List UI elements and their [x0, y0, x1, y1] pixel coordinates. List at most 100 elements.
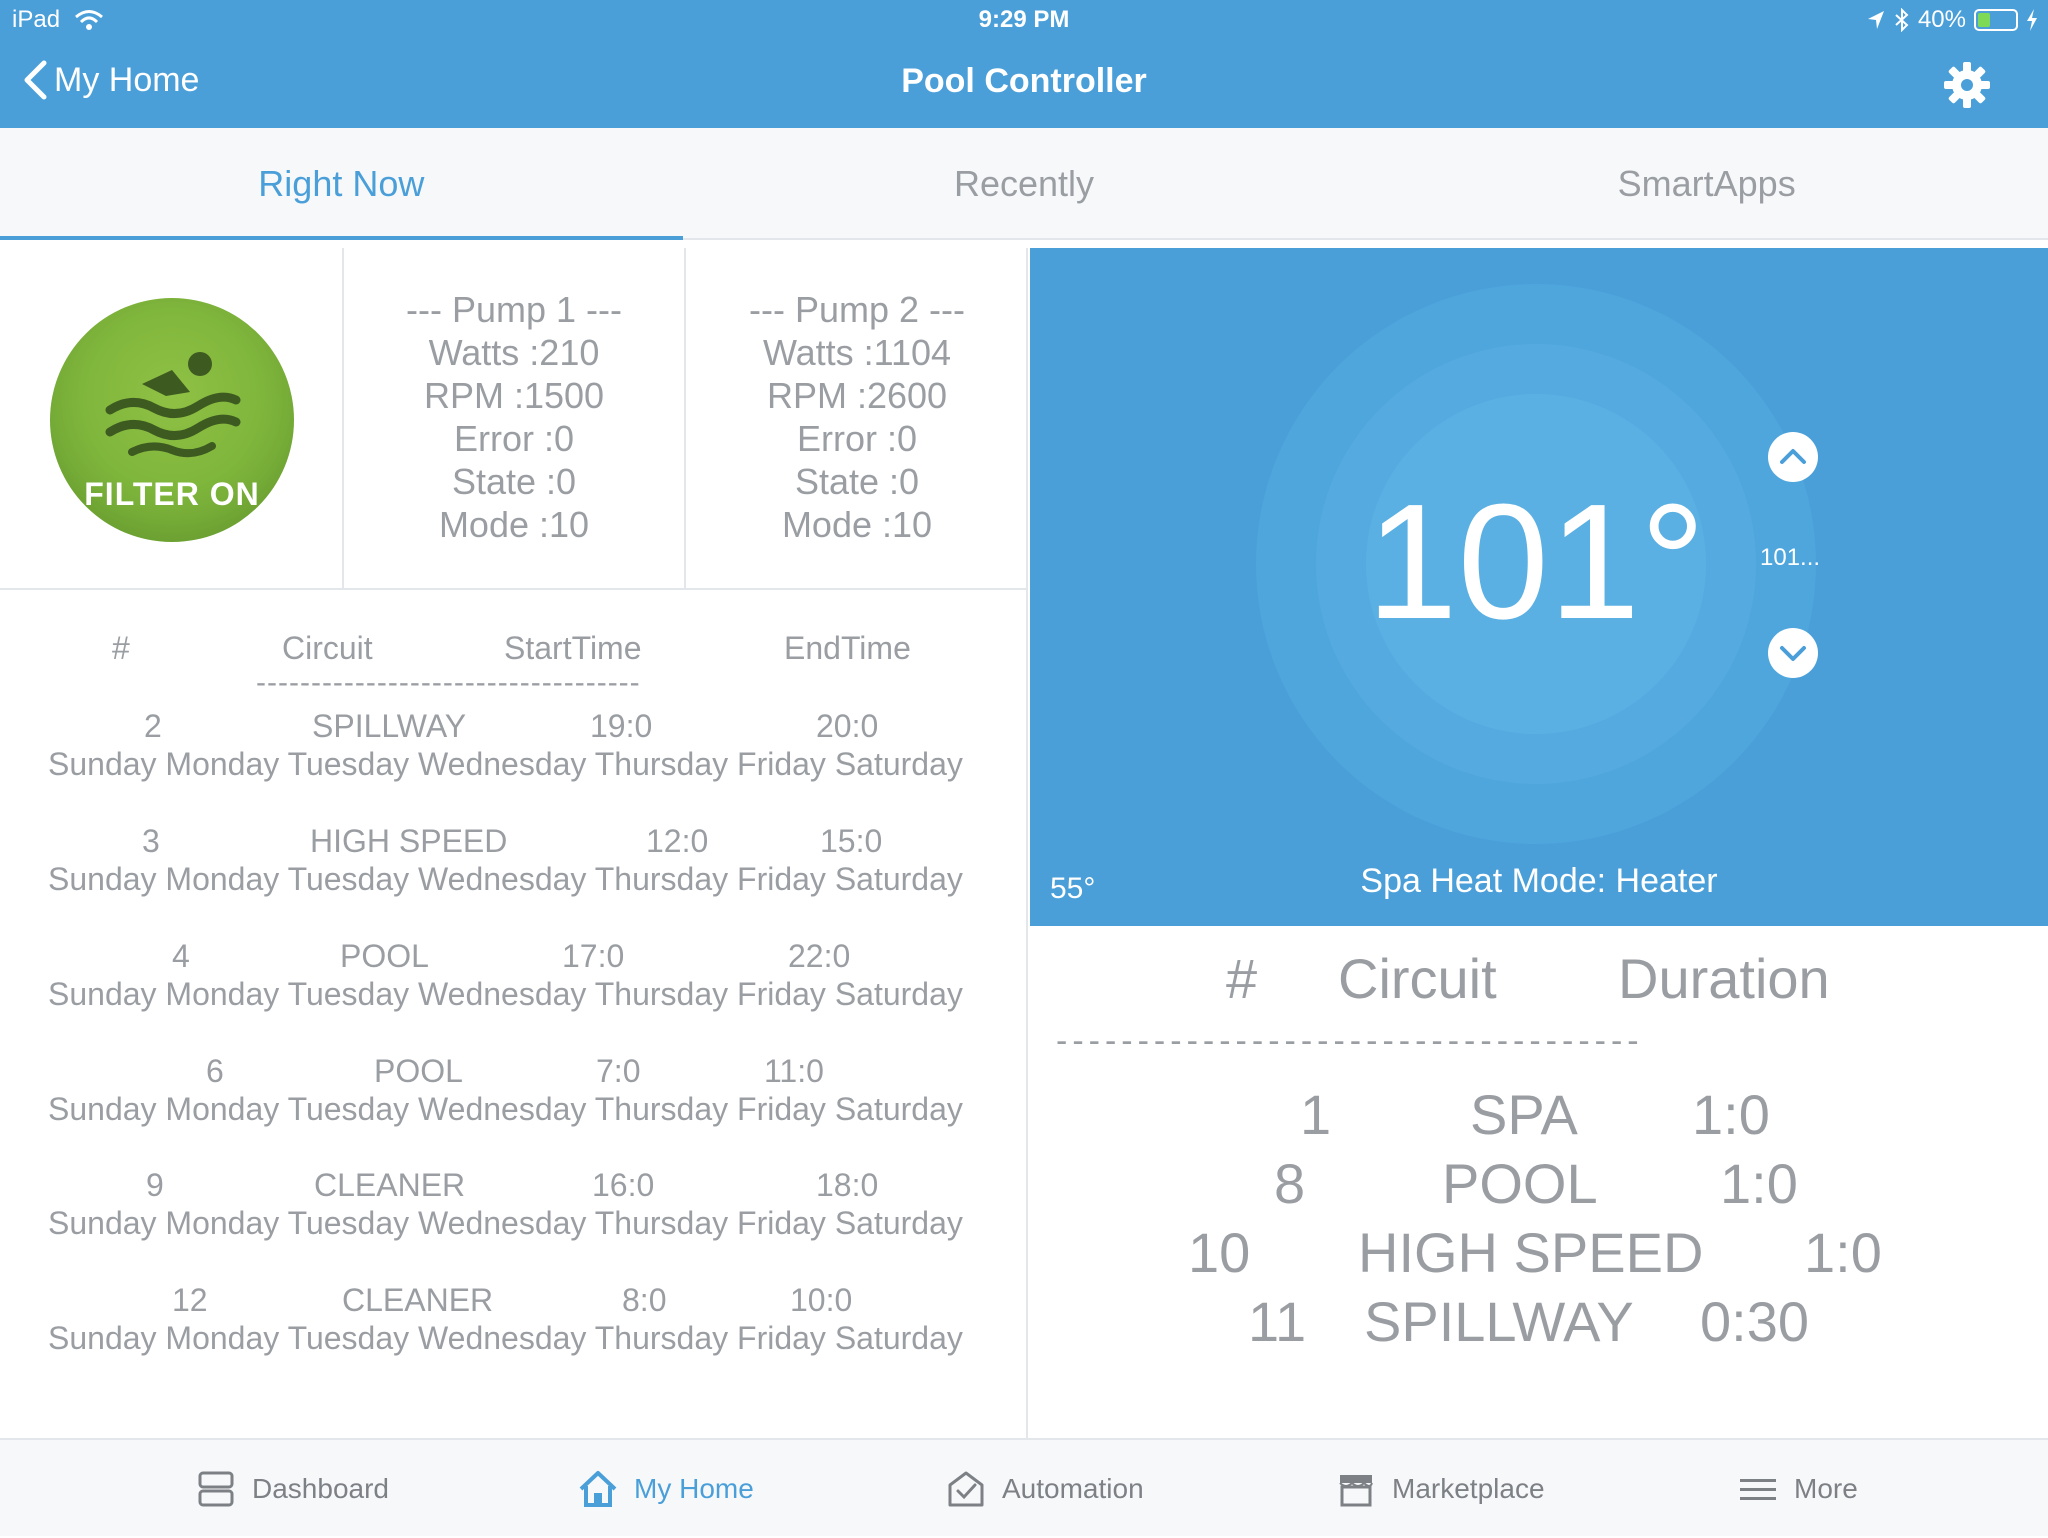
- header: iPad 9:29 PM 40% My Home Pool Controller: [0, 0, 2048, 128]
- dashboard-icon: [198, 1471, 234, 1507]
- bottom-tab-marketplace[interactable]: Marketplace: [1336, 1440, 1545, 1538]
- duration-circuit: POOL: [1442, 1152, 1598, 1215]
- tab-recently[interactable]: Recently: [683, 128, 1366, 238]
- pump-error: Error :0: [796, 418, 918, 459]
- schedule-days: Sunday Monday Tuesday Wednesday Thursday…: [48, 1205, 963, 1241]
- schedule-start: 16:0: [592, 1167, 655, 1203]
- chevron-down-icon: [1780, 646, 1806, 661]
- schedule-start: 7:0: [596, 1053, 641, 1089]
- bottom-tab-label: Marketplace: [1392, 1473, 1545, 1504]
- schedule-num: 2: [144, 708, 162, 744]
- schedule-header-circuit: Circuit: [282, 630, 373, 666]
- heat-mode-label: Spa Heat Mode: Heater: [1360, 862, 1718, 900]
- schedule-row: 3 HIGH SPEED 12:0 15:0 Sunday Monday Tue…: [0, 823, 1028, 938]
- schedule-end: 11:0: [764, 1053, 824, 1089]
- schedule-circuit: CLEANER: [314, 1167, 466, 1203]
- pump-1-tile: --- Pump 1 --- Watts :210 RPM :1500 Erro…: [344, 248, 686, 588]
- duration-list: # Circuit Duration ---------------------…: [1030, 926, 2048, 1438]
- duration-header-circuit: Circuit: [1338, 947, 1497, 1010]
- schedule-num: 9: [146, 1167, 164, 1203]
- status-right: 40%: [1866, 6, 2038, 34]
- duration-num: 1: [1300, 1083, 1332, 1146]
- right-panel: 101° 101... 55° Spa Heat Mode: Heater # …: [1030, 248, 2048, 1438]
- bottom-tab-dashboard[interactable]: Dashboard: [196, 1440, 389, 1538]
- temp-down-button[interactable]: [1768, 628, 1818, 678]
- status-time: 9:29 PM: [978, 6, 1070, 33]
- pump-rpm: RPM :1500: [423, 375, 605, 416]
- schedule-row: 4 POOL 17:0 22:0 Sunday Monday Tuesday W…: [0, 938, 1028, 1053]
- bottom-tab-my-home[interactable]: My Home: [578, 1440, 754, 1538]
- current-temperature: 101°: [1366, 470, 1706, 653]
- bluetooth-icon: [1895, 8, 1909, 32]
- setpoint-value: 101...: [1760, 544, 1821, 571]
- bottom-tab-automation[interactable]: Automation: [946, 1440, 1144, 1538]
- tab-smartapps[interactable]: SmartApps: [1365, 128, 2048, 238]
- swimmer-icon: [105, 352, 241, 458]
- schedule-end: 15:0: [820, 823, 883, 859]
- schedule-circuit: CLEANER: [342, 1282, 494, 1318]
- duration-header-duration: Duration: [1618, 947, 1830, 1010]
- filter-label: FILTER ON: [84, 476, 260, 512]
- bottom-tab-label: Automation: [1002, 1473, 1144, 1504]
- duration-num: 11: [1248, 1290, 1307, 1353]
- schedule-num: 3: [142, 823, 160, 859]
- schedule-circuit: POOL: [374, 1053, 463, 1089]
- bottom-tab-bar: Dashboard My Home Automation Marketplace…: [0, 1438, 2048, 1536]
- battery-percent: 40%: [1917, 6, 1966, 33]
- schedule-divider: -----------------------------------: [256, 666, 641, 699]
- schedule-start: 8:0: [622, 1282, 667, 1318]
- schedule-start: 17:0: [562, 938, 625, 974]
- automation-icon: [948, 1471, 984, 1507]
- duration-header-num: #: [1226, 947, 1258, 1010]
- pump-rpm: RPM :2600: [766, 375, 948, 416]
- schedule-days: Sunday Monday Tuesday Wednesday Thursday…: [48, 746, 963, 782]
- schedule-row: 9 CLEANER 16:0 18:0 Sunday Monday Tuesda…: [0, 1167, 1028, 1282]
- pump-title: --- Pump 2 ---: [749, 289, 965, 330]
- schedule-header-num: #: [112, 630, 130, 666]
- schedule-circuit: POOL: [340, 938, 429, 974]
- marketplace-icon: [1339, 1475, 1373, 1507]
- chevron-up-icon: [1780, 449, 1806, 464]
- duration-value: 1:0: [1804, 1221, 1882, 1284]
- schedule-end: 22:0: [788, 938, 851, 974]
- location-icon: [1867, 11, 1884, 29]
- main-content: FILTER ON --- Pump 1 --- Watts :210 RPM …: [0, 248, 2048, 1438]
- bottom-tab-label: Dashboard: [252, 1473, 389, 1504]
- tab-right-now[interactable]: Right Now: [0, 128, 683, 240]
- duration-num: 10: [1188, 1221, 1251, 1284]
- schedule-circuit: SPILLWAY: [312, 708, 467, 744]
- home-icon: [579, 1471, 617, 1507]
- schedule-header-end: EndTime: [784, 630, 911, 666]
- schedule-row: 6 POOL 7:0 11:0 Sunday Monday Tuesday We…: [0, 1053, 1028, 1168]
- duration-value: 0:30: [1700, 1290, 1809, 1353]
- menu-icon: [1740, 1479, 1776, 1500]
- pump-state: State :0: [794, 461, 920, 502]
- schedule-header-start: StartTime: [504, 630, 642, 666]
- device-tiles: FILTER ON --- Pump 1 --- Watts :210 RPM …: [0, 248, 1028, 590]
- schedule-num: 4: [172, 938, 190, 974]
- temp-up-button[interactable]: [1768, 432, 1818, 482]
- duration-value: 1:0: [1720, 1152, 1798, 1215]
- bottom-tab-more[interactable]: More: [1738, 1440, 1858, 1538]
- schedule-row: 2 SPILLWAY 19:0 20:0 Sunday Monday Tuesd…: [0, 708, 1028, 823]
- schedule-end: 20:0: [816, 708, 879, 744]
- schedule-start: 19:0: [590, 708, 653, 744]
- thermostat-tile[interactable]: 101° 101... 55° Spa Heat Mode: Heater: [1030, 248, 2048, 926]
- battery-level: [1978, 13, 1990, 27]
- pump-watts: Watts :210: [428, 332, 600, 373]
- page-title: Pool Controller: [901, 62, 1147, 100]
- pump-mode: Mode :10: [438, 504, 590, 545]
- schedule-num: 12: [172, 1282, 208, 1318]
- left-panel: FILTER ON --- Pump 1 --- Watts :210 RPM …: [0, 248, 1028, 1438]
- pump-title: --- Pump 1 ---: [406, 289, 622, 330]
- filter-tile[interactable]: FILTER ON: [0, 248, 344, 588]
- gear-icon[interactable]: [1942, 60, 1992, 110]
- duration-divider: ------------------------------------: [1056, 1022, 1644, 1060]
- filter-status-circle[interactable]: FILTER ON: [50, 298, 294, 542]
- pump-2-tile: --- Pump 2 --- Watts :1104 RPM :2600 Err…: [686, 248, 1028, 588]
- pump-error: Error :0: [453, 418, 575, 459]
- duration-circuit: SPILLWAY: [1364, 1290, 1634, 1353]
- tab-bar: Right Now Recently SmartApps: [0, 128, 2048, 240]
- charging-icon: [2027, 9, 2037, 31]
- schedule-start: 12:0: [646, 823, 709, 859]
